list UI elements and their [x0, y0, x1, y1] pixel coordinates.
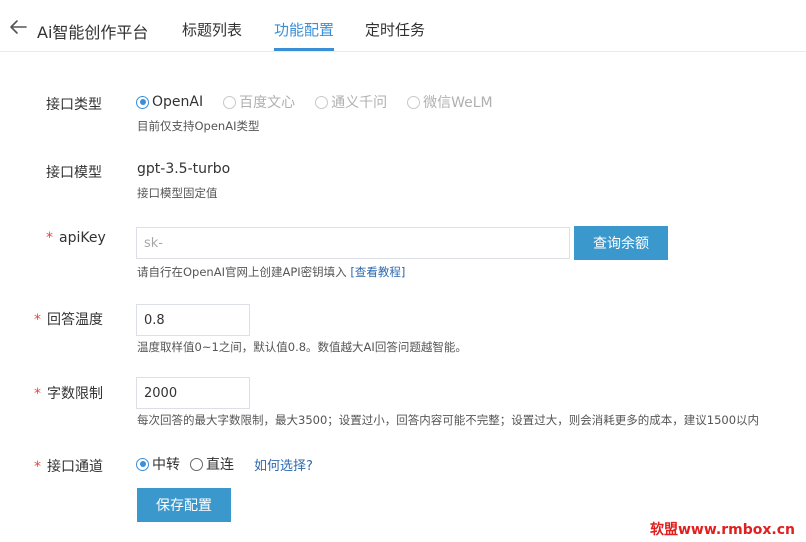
temperature-hint: 温度取样值0~1之间，默认值0.8。数值越大AI回答问题越智能。: [137, 340, 467, 354]
required-asterisk: *: [34, 312, 41, 328]
radio-relay[interactable]: 中转: [136, 454, 180, 474]
api-key-hint: 请自行在OpenAI官网上创建API密钥填入 [查看教程]: [137, 264, 405, 280]
temperature-input[interactable]: [136, 304, 250, 336]
tab-function-config[interactable]: 功能配置: [274, 19, 334, 40]
api-key-input[interactable]: [136, 227, 570, 259]
radio-unselected-icon: [407, 95, 421, 109]
radio-unselected-icon: [223, 95, 237, 109]
radio-label: 直连: [206, 457, 234, 473]
api-key-label-text: apiKey: [59, 230, 106, 246]
radio-baidu-wenxin[interactable]: 百度文心: [223, 92, 295, 112]
how-to-choose-link[interactable]: 如何选择?: [254, 455, 313, 474]
channel-radio-group: 中转 直连 如何选择?: [136, 454, 313, 474]
radio-openai[interactable]: OpenAI: [136, 94, 203, 110]
view-tutorial-link[interactable]: [查看教程]: [350, 265, 405, 279]
channel-label-text: 接口通道: [47, 459, 103, 475]
temperature-label-text: 回答温度: [47, 312, 103, 328]
channel-label: * 接口通道: [34, 456, 103, 476]
radio-wechat-welm[interactable]: 微信WeLM: [407, 92, 493, 112]
word-limit-input[interactable]: [136, 377, 250, 409]
api-type-radio-group: OpenAI 百度文心 通义千问 微信WeLM: [136, 93, 513, 111]
word-limit-label-text: 字数限制: [47, 386, 103, 402]
radio-direct[interactable]: 直连: [190, 454, 234, 474]
tab-title-list[interactable]: 标题列表: [182, 19, 242, 40]
radio-label: 百度文心: [239, 95, 296, 111]
radio-tongyi-qianwen[interactable]: 通义千问: [315, 92, 387, 112]
api-type-label: 接口类型: [46, 97, 102, 113]
watermark: 软盟www.rmbox.cn: [650, 522, 795, 538]
radio-selected-icon: [136, 95, 149, 109]
api-model-label: 接口模型: [46, 165, 102, 181]
query-balance-button[interactable]: 查询余额: [574, 226, 668, 260]
word-limit-label: * 字数限制: [34, 383, 103, 403]
radio-unselected-icon: [315, 95, 329, 109]
temperature-label: * 回答温度: [34, 309, 103, 329]
required-asterisk: *: [46, 230, 53, 246]
active-tab-indicator: [274, 48, 334, 51]
radio-label: 中转: [152, 457, 180, 473]
word-limit-hint: 每次回答的最大字数限制，最大3500；设置过小，回答内容可能不完整；设置过大，则…: [137, 413, 760, 427]
radio-label: 微信WeLM: [423, 95, 493, 111]
required-asterisk: *: [34, 459, 41, 475]
radio-label: 通义千问: [331, 95, 388, 111]
api-key-label: * apiKey: [46, 230, 106, 246]
api-key-hint-text: 请自行在OpenAI官网上创建API密钥填入: [137, 265, 347, 279]
tab-scheduled-tasks[interactable]: 定时任务: [365, 19, 425, 40]
save-config-button[interactable]: 保存配置: [137, 488, 231, 522]
radio-unselected-icon: [190, 457, 203, 471]
required-asterisk: *: [34, 386, 41, 402]
app-title: Ai智能创作平台: [37, 23, 149, 42]
top-bar: Ai智能创作平台 标题列表 功能配置 定时任务: [0, 0, 806, 52]
api-model-hint: 接口模型固定值: [137, 186, 218, 200]
back-arrow-icon[interactable]: [8, 18, 28, 36]
api-model-value: gpt-3.5-turbo: [137, 161, 231, 177]
radio-selected-icon: [136, 457, 149, 471]
api-type-hint: 目前仅支持OpenAI类型: [137, 119, 260, 133]
radio-label: OpenAI: [152, 94, 204, 110]
